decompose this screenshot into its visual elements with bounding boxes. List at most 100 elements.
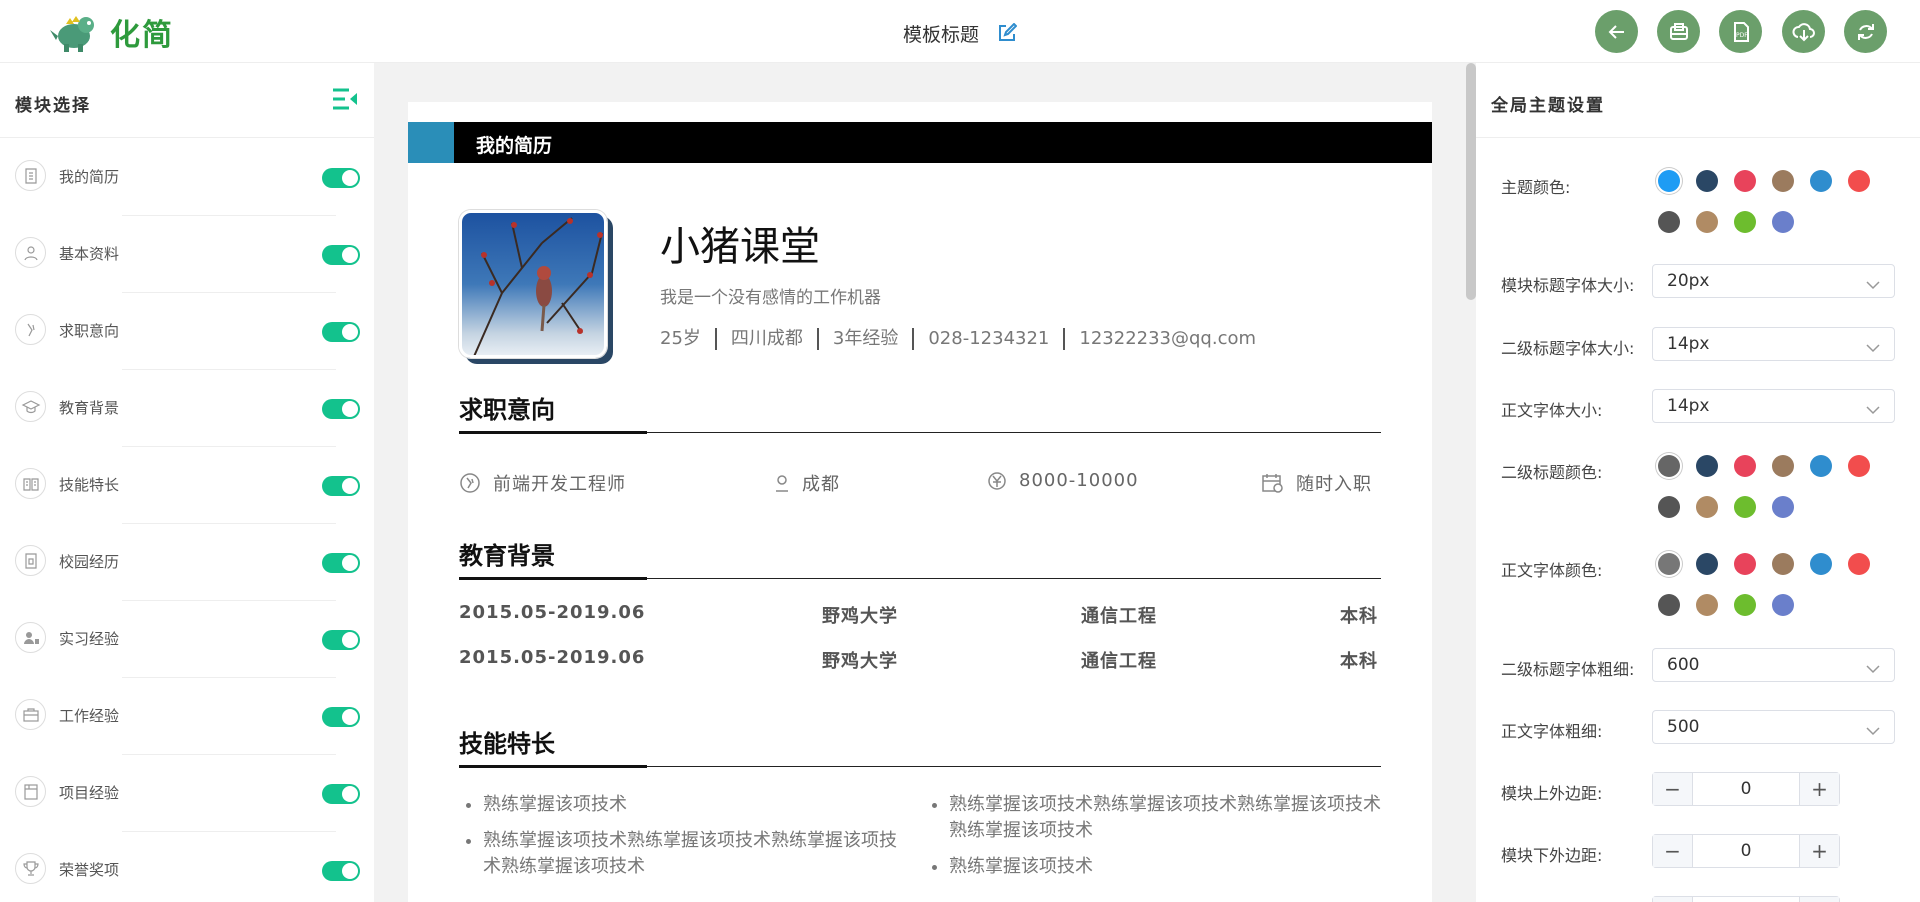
color-swatch[interactable]	[1810, 455, 1832, 477]
edu-period: 2015.05-2019.06	[459, 647, 646, 668]
module-toggle[interactable]	[322, 399, 360, 419]
increment-button[interactable]: +	[1799, 773, 1839, 805]
module-item[interactable]: 我的简历	[0, 138, 374, 216]
module-item[interactable]: 荣誉奖项	[0, 831, 374, 902]
color-swatch[interactable]	[1772, 455, 1794, 477]
job-salary-text: 8000-10000	[1019, 470, 1139, 491]
theme-settings-panel: 全局主题设置 主题颜色: 模块标题字体大小: 20px 二级标题字体大小: 14…	[1476, 63, 1920, 902]
edit-icon[interactable]	[997, 22, 1018, 48]
graduation-icon	[15, 391, 46, 422]
module-item[interactable]: 求职意向	[0, 292, 374, 370]
reset-button[interactable]	[1844, 10, 1887, 53]
module-toggle[interactable]	[322, 861, 360, 881]
module-item[interactable]: 基本资料	[0, 215, 374, 293]
decrement-button[interactable]: −	[1653, 835, 1693, 867]
info-phone: 028-1234321	[912, 328, 1063, 350]
back-button[interactable]	[1595, 10, 1638, 53]
body-color-row-2	[1658, 594, 1810, 616]
module-toggle[interactable]	[322, 707, 360, 727]
color-swatch[interactable]	[1696, 211, 1718, 233]
module-item[interactable]: 技能特长	[0, 446, 374, 524]
margin-bottom-label: 模块下外边距:	[1501, 846, 1603, 865]
color-swatch[interactable]	[1772, 496, 1794, 518]
module-toggle[interactable]	[322, 784, 360, 804]
color-swatch[interactable]	[1772, 211, 1794, 233]
module-item[interactable]: 实习经验	[0, 600, 374, 678]
increment-button[interactable]: +	[1799, 897, 1839, 902]
info-age: 25岁	[660, 328, 701, 349]
color-swatch[interactable]	[1658, 496, 1680, 518]
color-swatch[interactable]	[1734, 496, 1756, 518]
module-toggle[interactable]	[322, 553, 360, 573]
color-swatch[interactable]	[1696, 553, 1718, 575]
sub-title-size-select[interactable]: 14px	[1652, 327, 1895, 361]
document-title-text[interactable]: 模板标题	[903, 24, 979, 46]
color-swatch[interactable]	[1772, 170, 1794, 192]
module-item[interactable]: 工作经验	[0, 677, 374, 755]
salary-icon	[987, 471, 1007, 491]
module-item[interactable]: 校园经历	[0, 523, 374, 601]
section-underline	[459, 577, 1381, 580]
color-swatch[interactable]	[1848, 170, 1870, 192]
color-swatch[interactable]	[1810, 553, 1832, 575]
color-swatch[interactable]	[1696, 455, 1718, 477]
banner-accent	[408, 122, 454, 163]
module-toggle[interactable]	[322, 245, 360, 265]
info-location: 四川成都	[714, 328, 817, 350]
module-label: 技能特长	[59, 476, 120, 494]
color-swatch[interactable]	[1848, 553, 1870, 575]
color-swatch[interactable]	[1658, 594, 1680, 616]
module-toggle[interactable]	[322, 168, 360, 188]
collapse-menu-icon[interactable]	[331, 87, 359, 115]
module-label: 我的简历	[59, 168, 120, 186]
download-button[interactable]	[1782, 10, 1825, 53]
module-title-size-select[interactable]: 20px	[1652, 264, 1895, 298]
module-toggle[interactable]	[322, 322, 360, 342]
color-swatch[interactable]	[1696, 170, 1718, 192]
module-item[interactable]: 项目经验	[0, 754, 374, 832]
module-label: 求职意向	[59, 322, 120, 340]
info-email: 12322233@qq.com	[1063, 328, 1270, 350]
module-toggle[interactable]	[322, 630, 360, 650]
color-swatch[interactable]	[1810, 170, 1832, 192]
skill-item: 熟练掌握该项技术	[483, 792, 899, 818]
location-pin-icon	[774, 473, 790, 493]
decrement-button[interactable]: −	[1653, 773, 1693, 805]
job-availability: 随时入职	[1262, 470, 1372, 496]
calendar-icon	[1262, 473, 1284, 493]
module-label: 实习经验	[59, 630, 120, 648]
export-pdf-button[interactable]: PDF	[1719, 10, 1762, 53]
sub-title-weight-select[interactable]: 600	[1652, 648, 1895, 682]
color-swatch[interactable]	[1772, 594, 1794, 616]
select-value: 14px	[1667, 396, 1710, 416]
margin-top-input[interactable]: 0	[1693, 773, 1799, 805]
module-toggle[interactable]	[322, 476, 360, 496]
body-size-select[interactable]: 14px	[1652, 389, 1895, 423]
avatar-photo[interactable]	[459, 210, 607, 358]
margin-bottom-stepper: − 0 +	[1652, 834, 1840, 868]
color-swatch[interactable]	[1734, 211, 1756, 233]
decrement-button[interactable]: −	[1653, 897, 1693, 902]
color-swatch[interactable]	[1696, 496, 1718, 518]
increment-button[interactable]: +	[1799, 835, 1839, 867]
color-swatch[interactable]	[1658, 553, 1680, 575]
save-button[interactable]	[1657, 10, 1700, 53]
theme-color-row-1	[1658, 170, 1886, 192]
color-swatch[interactable]	[1696, 594, 1718, 616]
canvas-scrollbar-thumb[interactable]	[1466, 63, 1476, 300]
color-swatch[interactable]	[1772, 553, 1794, 575]
module-item[interactable]: 教育背景	[0, 369, 374, 447]
skill-item: 熟练掌握该项技术	[949, 854, 1381, 880]
color-swatch[interactable]	[1658, 170, 1680, 192]
margin-bottom-input[interactable]: 0	[1693, 835, 1799, 867]
color-swatch[interactable]	[1734, 170, 1756, 192]
color-swatch[interactable]	[1734, 553, 1756, 575]
color-swatch[interactable]	[1848, 455, 1870, 477]
color-swatch[interactable]	[1658, 455, 1680, 477]
color-swatch[interactable]	[1658, 211, 1680, 233]
body-weight-select[interactable]: 500	[1652, 710, 1895, 744]
color-swatch[interactable]	[1734, 594, 1756, 616]
job-availability-text: 随时入职	[1296, 474, 1372, 495]
color-swatch[interactable]	[1734, 455, 1756, 477]
stepper-input[interactable]	[1693, 897, 1799, 902]
